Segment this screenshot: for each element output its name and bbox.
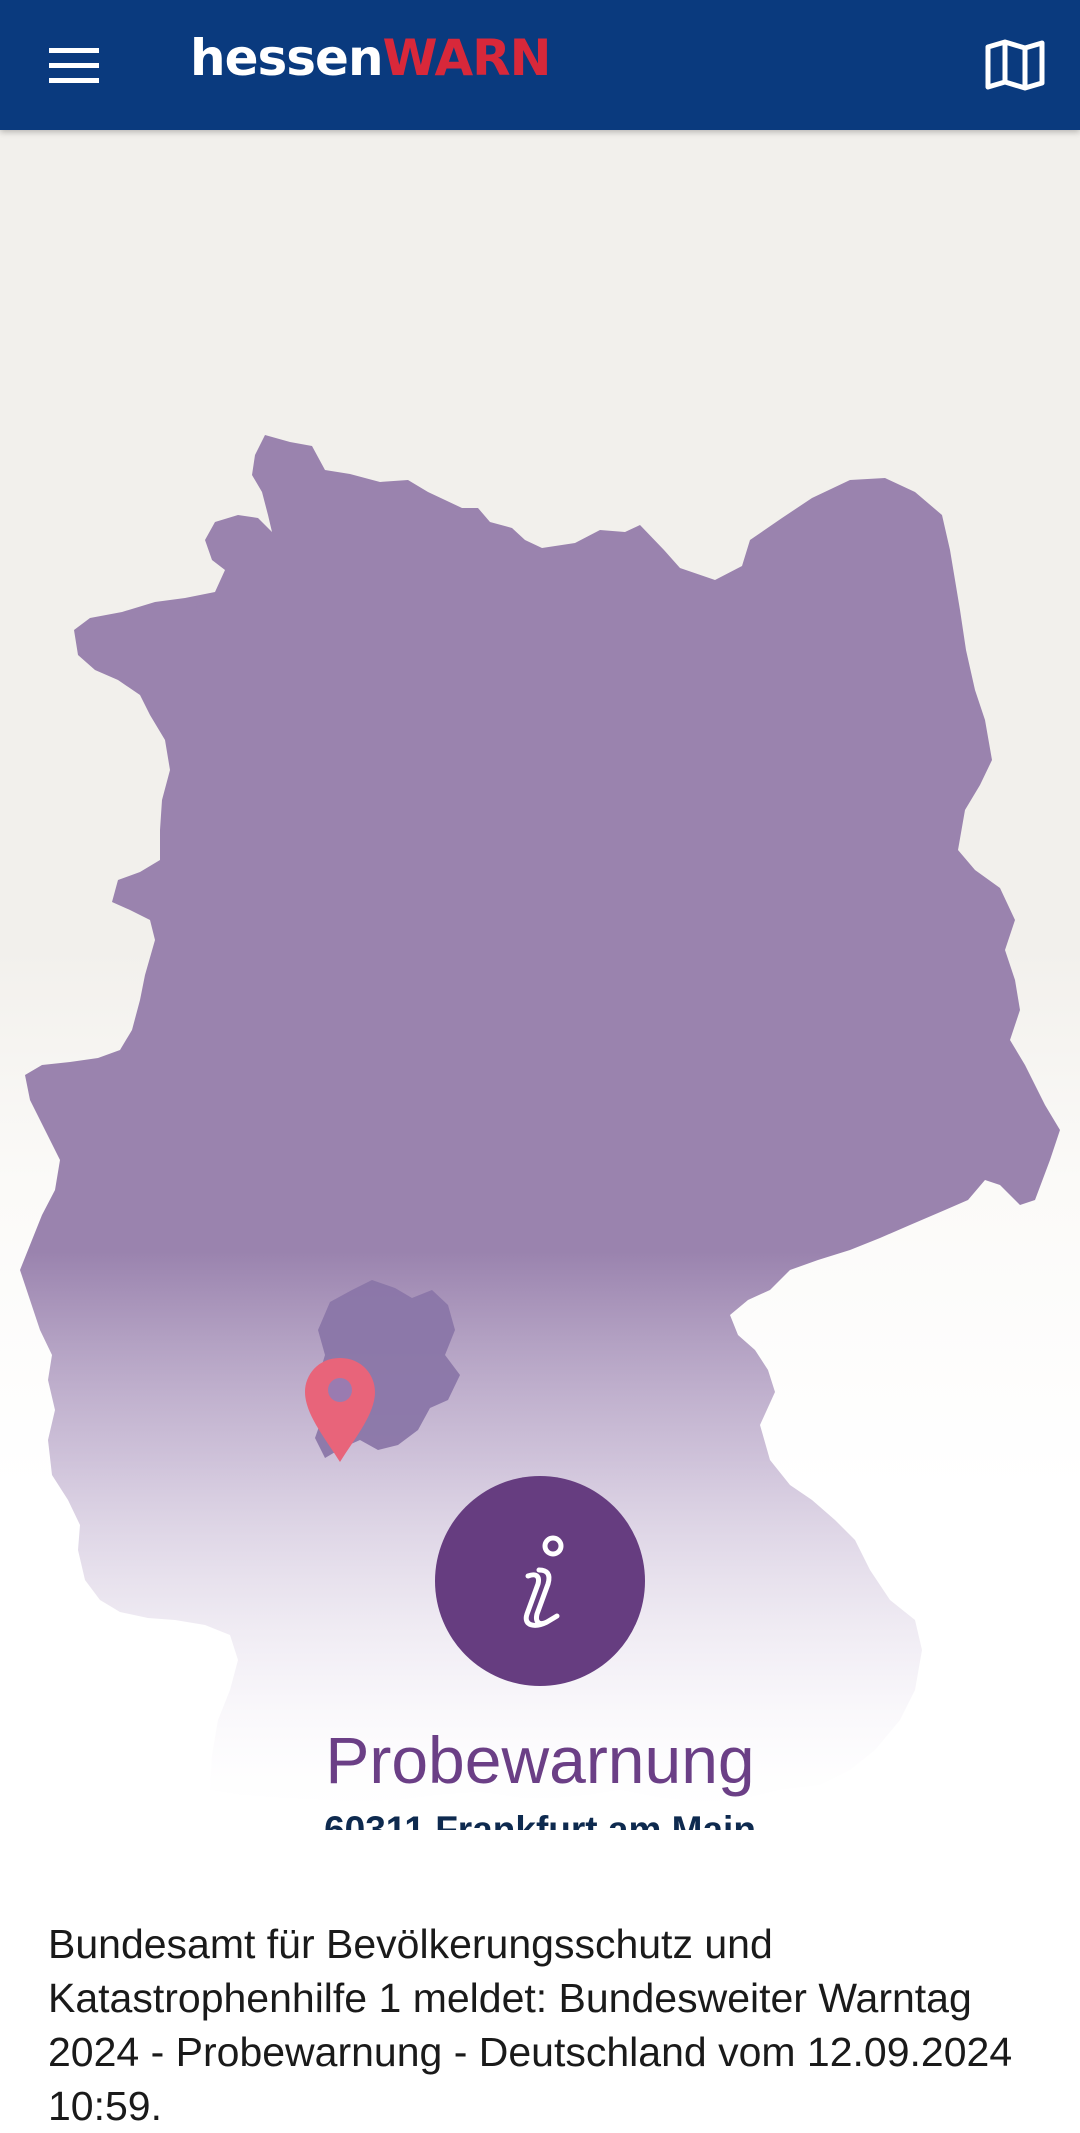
- menu-button[interactable]: [30, 30, 118, 102]
- logo-text-hessen: hessen: [190, 29, 384, 87]
- logo-text-warn: WARN: [382, 29, 552, 87]
- map-icon: [985, 39, 1045, 91]
- app-logo: hessenWARN: [190, 28, 551, 88]
- app-bar: hessenWARN: [0, 0, 1080, 130]
- warning-category-button[interactable]: [435, 1476, 645, 1686]
- warning-title: Probewarnung: [325, 1723, 755, 1797]
- map-button[interactable]: [974, 24, 1056, 106]
- menu-icon: [49, 48, 99, 83]
- warning-hero: Probewarnung 60311 Frankfurt am Main: [0, 130, 1080, 1830]
- warning-message: Bundesamt für Bevölkerungsschutz und Kat…: [48, 1921, 1013, 2129]
- info-icon: [523, 1535, 564, 1628]
- warning-location: 60311 Frankfurt am Main: [324, 1809, 756, 1830]
